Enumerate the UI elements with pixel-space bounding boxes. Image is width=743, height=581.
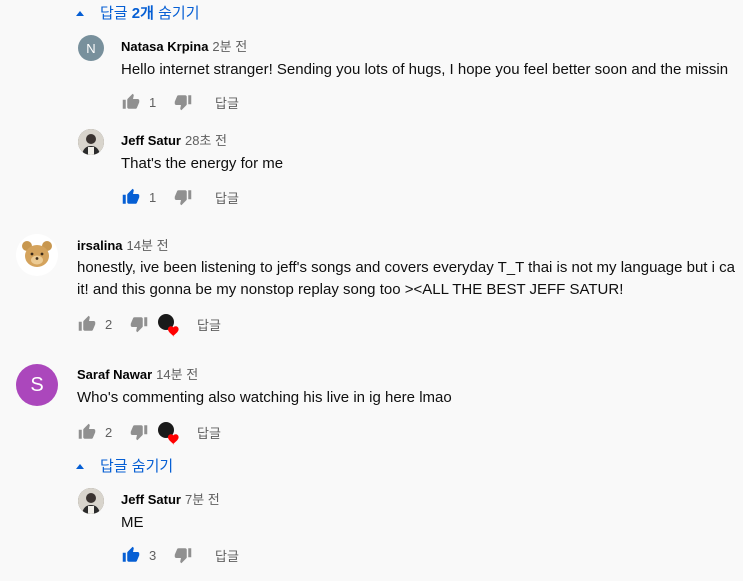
like-icon[interactable] [77, 422, 97, 442]
hide-replies-label: 답글 숨기기 [100, 458, 174, 475]
comment-text: Hello internet stranger! Sending you lot… [121, 61, 729, 78]
reply-button[interactable]: 답글 [215, 546, 239, 565]
reply-button[interactable]: 답글 [215, 93, 239, 112]
avatar[interactable] [78, 488, 104, 514]
like-icon[interactable] [77, 314, 97, 334]
collapse-triangle-icon [76, 10, 84, 16]
like-count: 2 [105, 424, 113, 440]
comment-time[interactable]: 7분 전 [185, 492, 220, 507]
comment-author[interactable]: Natasa Krpina [121, 39, 208, 54]
bear-face-icon [16, 234, 58, 276]
comment-author[interactable]: irsalina [77, 238, 123, 253]
creator-heart-icon [157, 313, 179, 337]
comment-time[interactable]: 2분 전 [212, 39, 247, 54]
comment-time[interactable]: 14분 전 [127, 238, 169, 253]
comment-text: Who's commenting also watching his live … [77, 389, 452, 406]
comment-author[interactable]: Jeff Satur [121, 133, 181, 148]
avatar-letter: S [30, 373, 44, 396]
comment-text-line-2: it! and this gonna be my nonstop replay … [77, 281, 624, 298]
like-icon[interactable] [121, 187, 141, 207]
like-count: 3 [149, 547, 157, 563]
hide-replies-label: 답글 2개 숨기기 [100, 5, 200, 22]
hide-replies-toggle[interactable]: 답글 숨기기 [76, 455, 173, 476]
reply-button[interactable]: 답글 [197, 423, 221, 442]
reply-button[interactable]: 답글 [197, 315, 221, 334]
like-icon[interactable] [121, 545, 141, 565]
comment-author[interactable]: Jeff Satur [121, 492, 181, 507]
avatar[interactable]: N [78, 35, 104, 61]
avatar[interactable]: S [16, 364, 58, 406]
comment-text-line-1: honestly, ive been listening to jeff's s… [77, 259, 735, 276]
avatar[interactable] [16, 234, 58, 276]
person-photo-icon [78, 129, 104, 155]
creator-heart-icon [157, 421, 179, 445]
dislike-icon[interactable] [173, 187, 193, 207]
collapse-triangle-icon [76, 463, 84, 469]
comment-text: ME [121, 514, 144, 531]
dislike-icon[interactable] [173, 545, 193, 565]
comment-author[interactable]: Saraf Nawar [77, 367, 152, 382]
avatar[interactable] [78, 129, 104, 155]
comment-time[interactable]: 14분 전 [156, 367, 198, 382]
reply-button[interactable]: 답글 [215, 188, 239, 207]
person-photo-icon [78, 488, 104, 514]
avatar-letter: N [86, 40, 96, 56]
dislike-icon[interactable] [129, 314, 149, 334]
like-count: 2 [105, 316, 113, 332]
like-count: 1 [149, 94, 157, 110]
hide-replies-toggle[interactable]: 답글 2개 숨기기 [76, 2, 200, 23]
comment-text: That's the energy for me [121, 155, 284, 172]
like-icon[interactable] [121, 92, 141, 112]
dislike-icon[interactable] [129, 422, 149, 442]
dislike-icon[interactable] [173, 92, 193, 112]
like-count: 1 [149, 189, 157, 205]
comment-time[interactable]: 28초 전 [185, 133, 227, 148]
